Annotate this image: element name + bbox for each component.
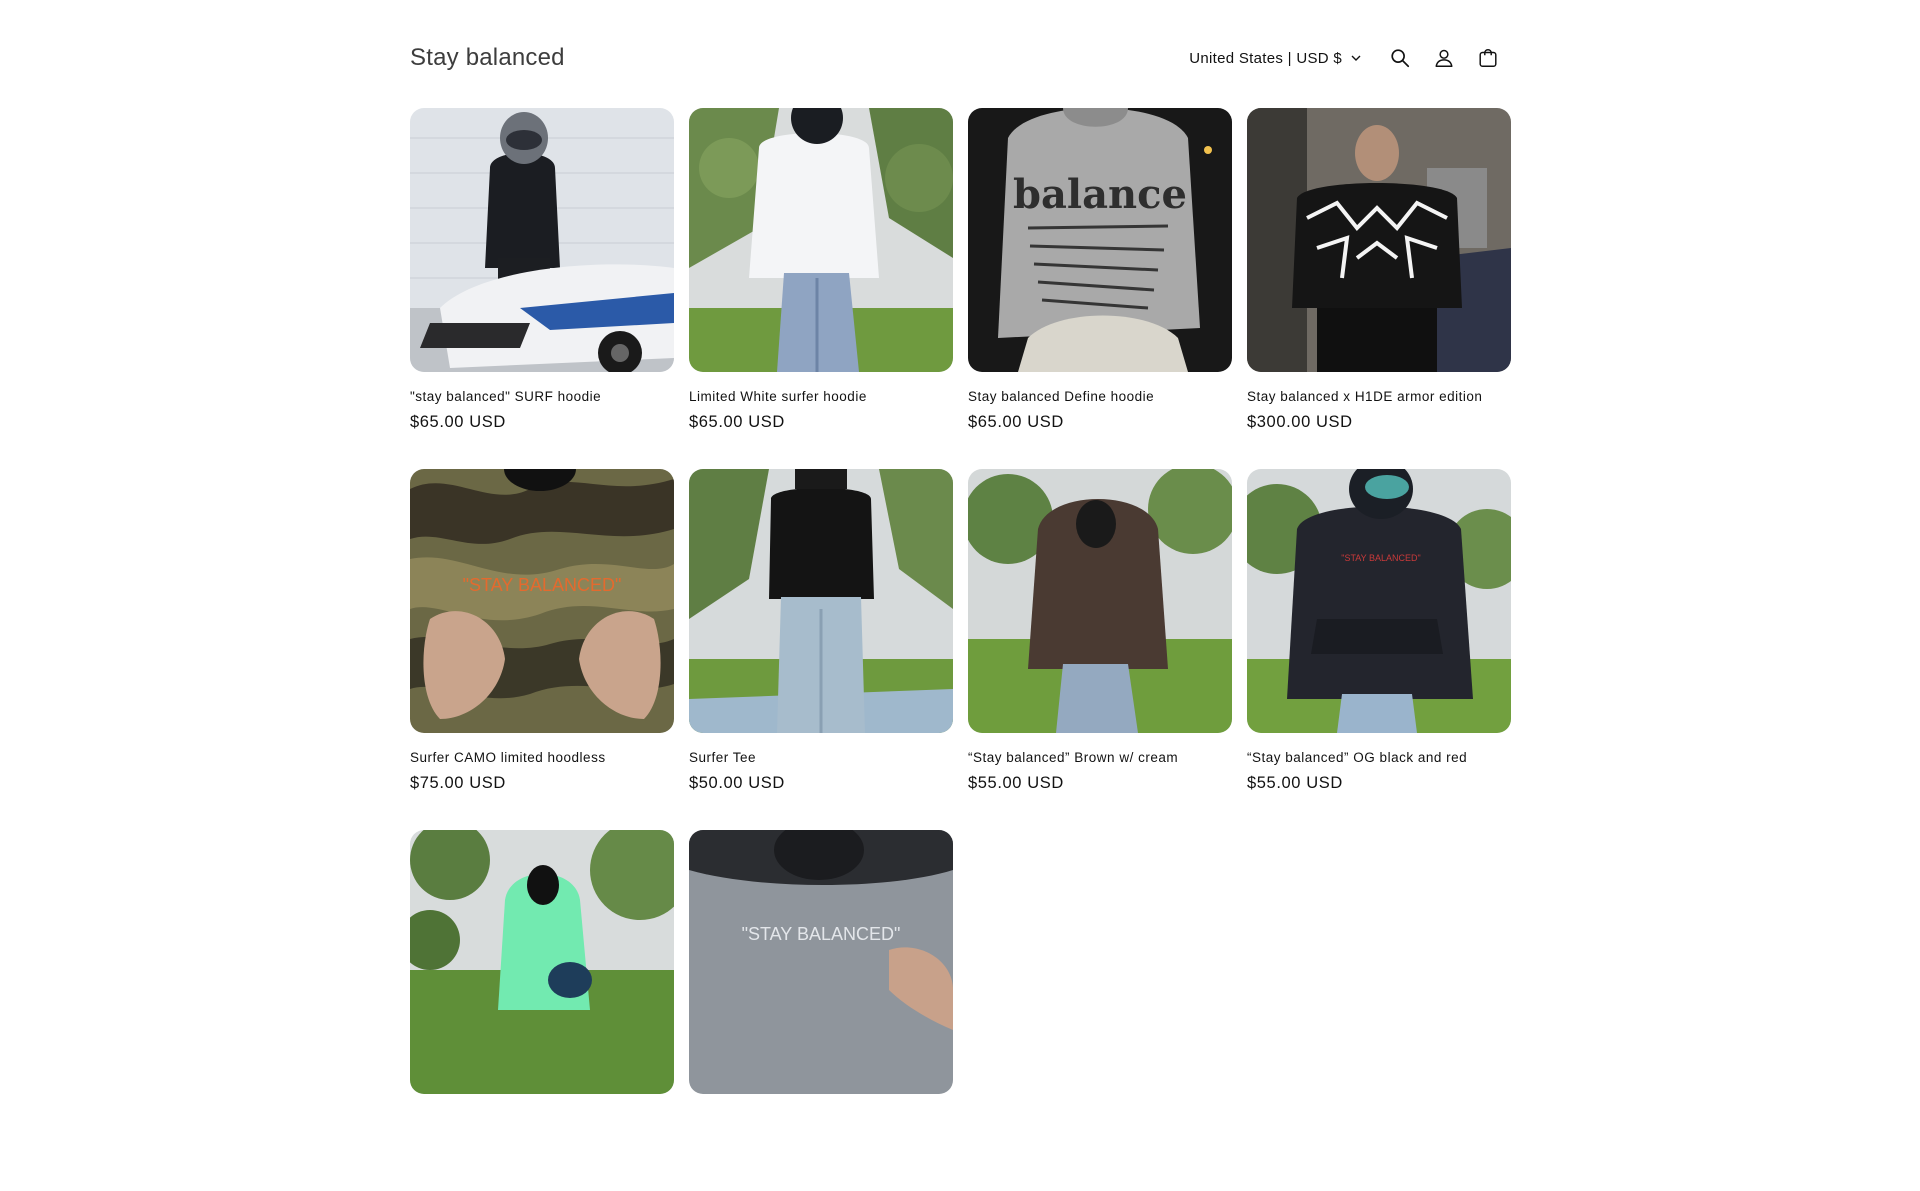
product-image[interactable] (410, 830, 674, 1094)
product-title[interactable]: Surfer Tee (689, 750, 953, 765)
product-title[interactable]: Stay balanced Define hoodie (968, 389, 1232, 404)
product-price: $55.00 USD (968, 774, 1064, 792)
product-title[interactable]: "stay balanced" SURF hoodie (410, 389, 674, 404)
product-card[interactable]: Limited White surfer hoodie $65.00 USD (689, 108, 953, 469)
product-price: $300.00 USD (1247, 413, 1353, 431)
brand-logo-text[interactable]: Stay balanced (410, 44, 565, 72)
country-currency-selector[interactable]: United States | USD $ (1189, 50, 1362, 67)
product-image[interactable]: balance (968, 108, 1232, 372)
product-image[interactable]: "STAY BALANCED" (689, 830, 953, 1094)
product-price: $65.00 USD (410, 413, 506, 431)
product-price: $75.00 USD (410, 774, 506, 792)
product-card[interactable]: "STAY BALANCED" “Stay balanced” OG black… (1247, 469, 1511, 830)
product-image[interactable] (1247, 108, 1511, 372)
cart-button[interactable] (1466, 36, 1510, 80)
product-card[interactable]: Stay balanced x H1DE armor edition $300.… (1247, 108, 1511, 469)
product-card[interactable]: "STAY BALANCED" Surfer CAMO limited hood… (410, 469, 674, 830)
search-button[interactable] (1378, 36, 1422, 80)
search-icon (1391, 49, 1410, 68)
product-price: $65.00 USD (689, 413, 785, 431)
product-title[interactable]: “Stay balanced” OG black and red (1247, 750, 1511, 765)
site-header: Stay balanced United States | USD $ (410, 36, 1510, 80)
locale-label: United States | USD $ (1189, 49, 1342, 67)
product-title[interactable]: Surfer CAMO limited hoodless (410, 750, 674, 765)
product-card[interactable]: "STAY BALANCED" (689, 830, 953, 1191)
product-price: $55.00 USD (1247, 774, 1343, 792)
product-card[interactable]: "stay balanced" SURF hoodie $65.00 USD (410, 108, 674, 469)
account-button[interactable] (1422, 36, 1466, 80)
product-card[interactable]: “Stay balanced” Brown w/ cream $55.00 US… (968, 469, 1232, 830)
product-image[interactable]: "STAY BALANCED" (410, 469, 674, 733)
product-card[interactable]: Surfer Tee $50.00 USD (689, 469, 953, 830)
chevron-down-icon (1351, 55, 1361, 61)
product-title[interactable]: Stay balanced x H1DE armor edition (1247, 389, 1511, 404)
product-image[interactable] (410, 108, 674, 372)
product-price: $50.00 USD (689, 774, 785, 792)
product-image[interactable]: "STAY BALANCED" (1247, 469, 1511, 733)
header-actions: United States | USD $ (1189, 36, 1510, 80)
product-image[interactable] (689, 469, 953, 733)
product-image[interactable] (968, 469, 1232, 733)
account-icon (1435, 49, 1453, 67)
product-title[interactable]: “Stay balanced” Brown w/ cream (968, 750, 1232, 765)
camo-print-text: "STAY BALANCED" (463, 575, 622, 595)
grey-print-text: "STAY BALANCED" (742, 924, 901, 944)
product-grid: "stay balanced" SURF hoodie $65.00 USD L… (410, 108, 1511, 1191)
product-image[interactable] (689, 108, 953, 372)
product-title[interactable]: Limited White surfer hoodie (689, 389, 953, 404)
product-card[interactable]: balance Stay balanced Define hoodie $65.… (968, 108, 1232, 469)
svg-text:"STAY BALANCED": "STAY BALANCED" (1341, 553, 1420, 563)
cart-icon (1479, 49, 1497, 67)
product-card[interactable] (410, 830, 674, 1191)
hoodie-print-text: balance (1013, 171, 1187, 218)
product-price: $65.00 USD (968, 413, 1064, 431)
